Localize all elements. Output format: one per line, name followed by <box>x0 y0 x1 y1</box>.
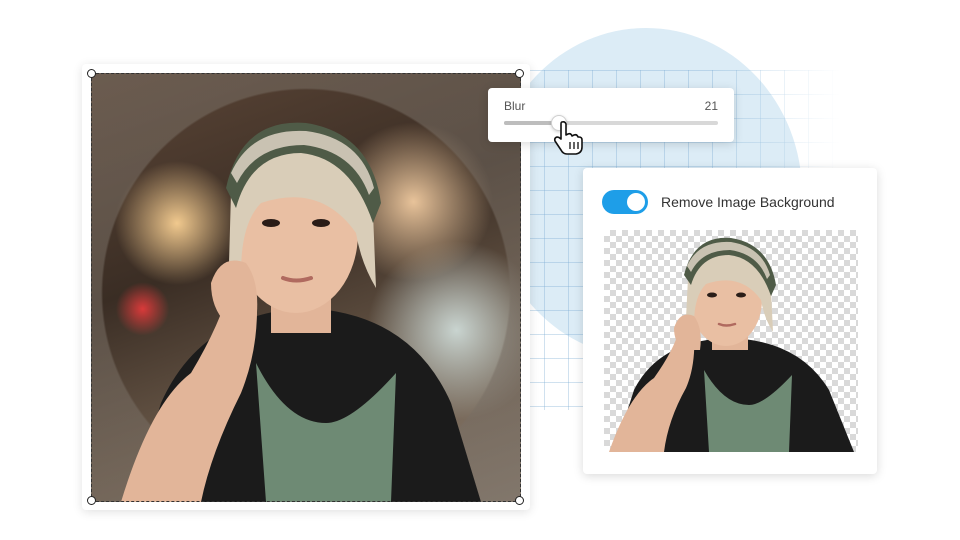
resize-handle-bottom-right[interactable] <box>515 496 524 505</box>
resize-handle-top-left[interactable] <box>87 69 96 78</box>
blur-value: 21 <box>704 99 718 113</box>
remove-background-toggle[interactable] <box>602 190 648 214</box>
toggle-knob <box>627 193 645 211</box>
blur-slider[interactable] <box>504 115 718 131</box>
resize-handle-top-right[interactable] <box>515 69 524 78</box>
blur-label: Blur <box>504 99 526 113</box>
blur-slider-fill <box>504 121 558 125</box>
remove-background-label: Remove Image Background <box>661 194 835 210</box>
hand-pointer-icon <box>553 120 583 155</box>
transparent-preview <box>604 230 858 452</box>
blur-panel: Blur 21 <box>488 88 734 142</box>
remove-background-panel: Remove Image Background <box>583 168 877 474</box>
selection-outline[interactable] <box>91 73 521 502</box>
photo-editor-canvas[interactable] <box>82 64 530 510</box>
resize-handle-bottom-left[interactable] <box>87 496 96 505</box>
person-cutout <box>609 237 854 452</box>
